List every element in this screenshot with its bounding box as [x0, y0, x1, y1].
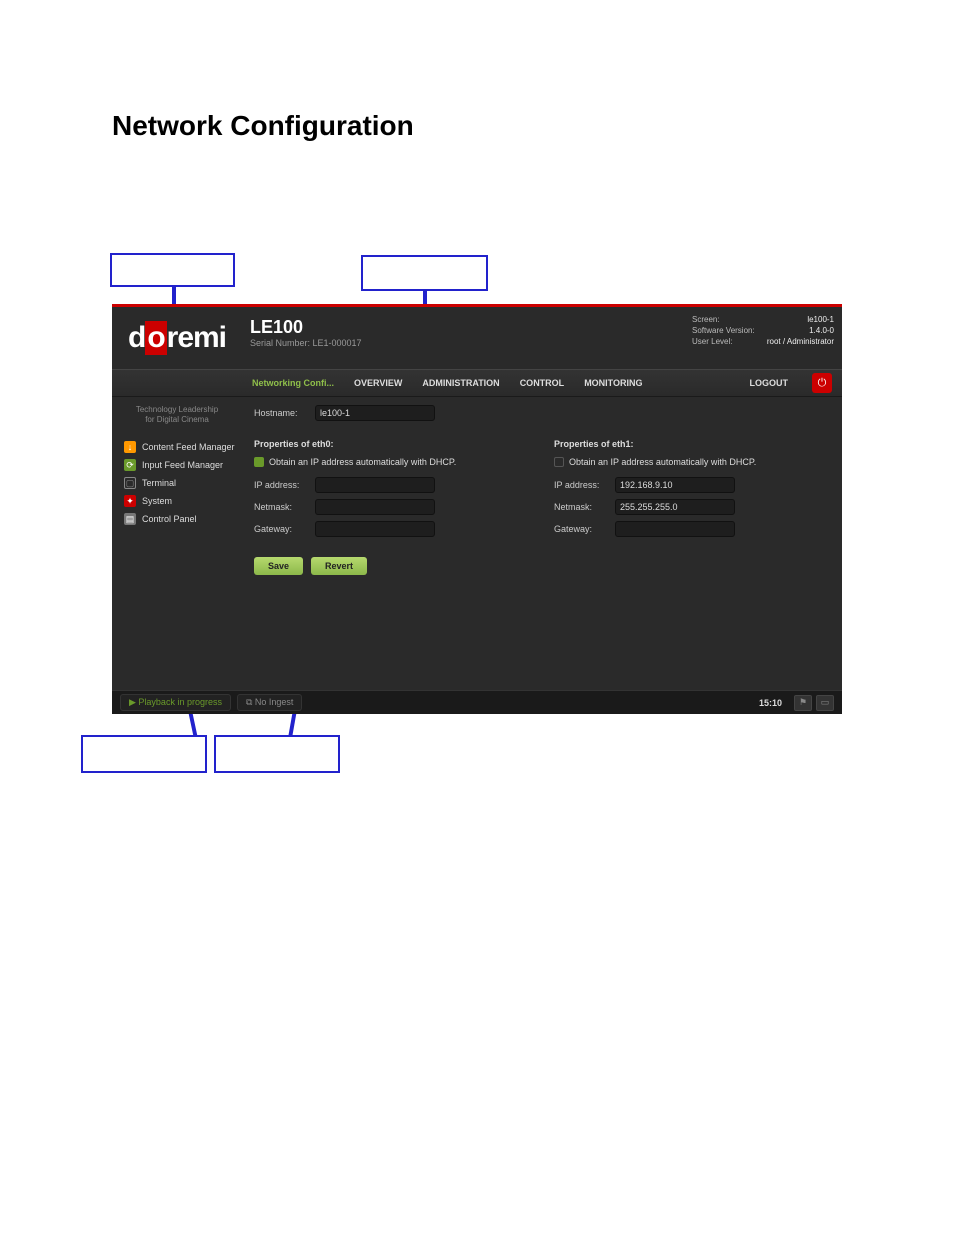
eth0-netmask-input[interactable] — [315, 499, 435, 515]
tab-networking[interactable]: Networking Confi... — [242, 378, 344, 388]
bullet-item — [160, 805, 860, 824]
playback-status: ▶ Playback in progress — [120, 694, 231, 711]
input-icon: ⟳ — [124, 459, 136, 471]
save-button[interactable]: Save — [254, 557, 303, 575]
sidebar-item-content-feed[interactable]: ↓Content Feed Manager — [112, 438, 242, 456]
logo: doremi — [112, 307, 242, 369]
footer-icon[interactable]: ▭ — [816, 695, 834, 711]
tab-administration[interactable]: ADMINISTRATION — [412, 378, 509, 388]
callout-box — [214, 735, 340, 773]
eth0-ip-input[interactable] — [315, 477, 435, 493]
footer-icon[interactable]: ⚑ — [794, 695, 812, 711]
eth0-gateway-label: Gateway: — [254, 524, 309, 534]
sidebar-item-control-panel[interactable]: ▤Control Panel — [112, 510, 242, 528]
logout-button[interactable]: LOGOUT — [736, 378, 803, 388]
sidebar: Technology Leadership for Digital Cinema… — [112, 397, 242, 689]
eth1-dhcp-checkbox[interactable] — [554, 457, 564, 467]
tab-control[interactable]: CONTROL — [510, 378, 575, 388]
eth1-ip-label: IP address: — [554, 480, 609, 490]
eth0-dhcp-label: Obtain an IP address automatically with … — [269, 457, 456, 467]
callout-box — [110, 253, 235, 287]
eth0-heading: Properties of eth0: — [254, 439, 514, 449]
download-icon: ↓ — [124, 441, 136, 453]
power-icon[interactable]: ⏻ — [812, 373, 832, 393]
hostname-input[interactable] — [315, 405, 435, 421]
page-heading: Network Configuration — [112, 110, 842, 142]
revert-button[interactable]: Revert — [311, 557, 367, 575]
sidebar-item-input-feed[interactable]: ⟳Input Feed Manager — [112, 456, 242, 474]
eth0-ip-label: IP address: — [254, 480, 309, 490]
status-label: Software Version: — [692, 326, 755, 335]
sidebar-item-system[interactable]: ✦System — [112, 492, 242, 510]
product-title: LE100 — [250, 317, 692, 338]
eth1-heading: Properties of eth1: — [554, 439, 814, 449]
tab-monitoring[interactable]: MONITORING — [574, 378, 652, 388]
eth1-netmask-label: Netmask: — [554, 502, 609, 512]
callout-box — [361, 255, 488, 291]
panel-icon: ▤ — [124, 513, 136, 525]
status-value: le100-1 — [807, 315, 834, 324]
clock: 15:10 — [759, 698, 782, 708]
app-window: doremi LE100 Serial Number: LE1-000017 S… — [112, 304, 842, 714]
bullet-item — [160, 972, 860, 991]
ingest-status: ⧉ No Ingest — [237, 694, 302, 711]
tagline: Technology Leadership for Digital Cinema — [112, 405, 242, 424]
terminal-icon: ▢ — [124, 477, 136, 489]
eth0-gateway-input[interactable] — [315, 521, 435, 537]
bullet-item — [160, 864, 860, 883]
sidebar-item-terminal[interactable]: ▢Terminal — [112, 474, 242, 492]
tab-overview[interactable]: OVERVIEW — [344, 378, 412, 388]
serial-number: Serial Number: LE1-000017 — [250, 338, 692, 348]
callout-box — [81, 735, 207, 773]
eth1-gateway-input[interactable] — [615, 521, 735, 537]
status-label: Screen: — [692, 315, 720, 324]
eth0-netmask-label: Netmask: — [254, 502, 309, 512]
hostname-label: Hostname: — [254, 408, 309, 418]
status-label: User Level: — [692, 337, 732, 346]
status-value: root / Administrator — [767, 337, 834, 346]
eth1-ip-input[interactable] — [615, 477, 735, 493]
gear-icon: ✦ — [124, 495, 136, 507]
eth1-gateway-label: Gateway: — [554, 524, 609, 534]
status-value: 1.4.0-0 — [809, 326, 834, 335]
eth1-dhcp-label: Obtain an IP address automatically with … — [569, 457, 756, 467]
eth1-netmask-input[interactable] — [615, 499, 735, 515]
eth0-dhcp-checkbox[interactable] — [254, 457, 264, 467]
bullet-item: (hidden instructional text) — [136, 182, 842, 201]
